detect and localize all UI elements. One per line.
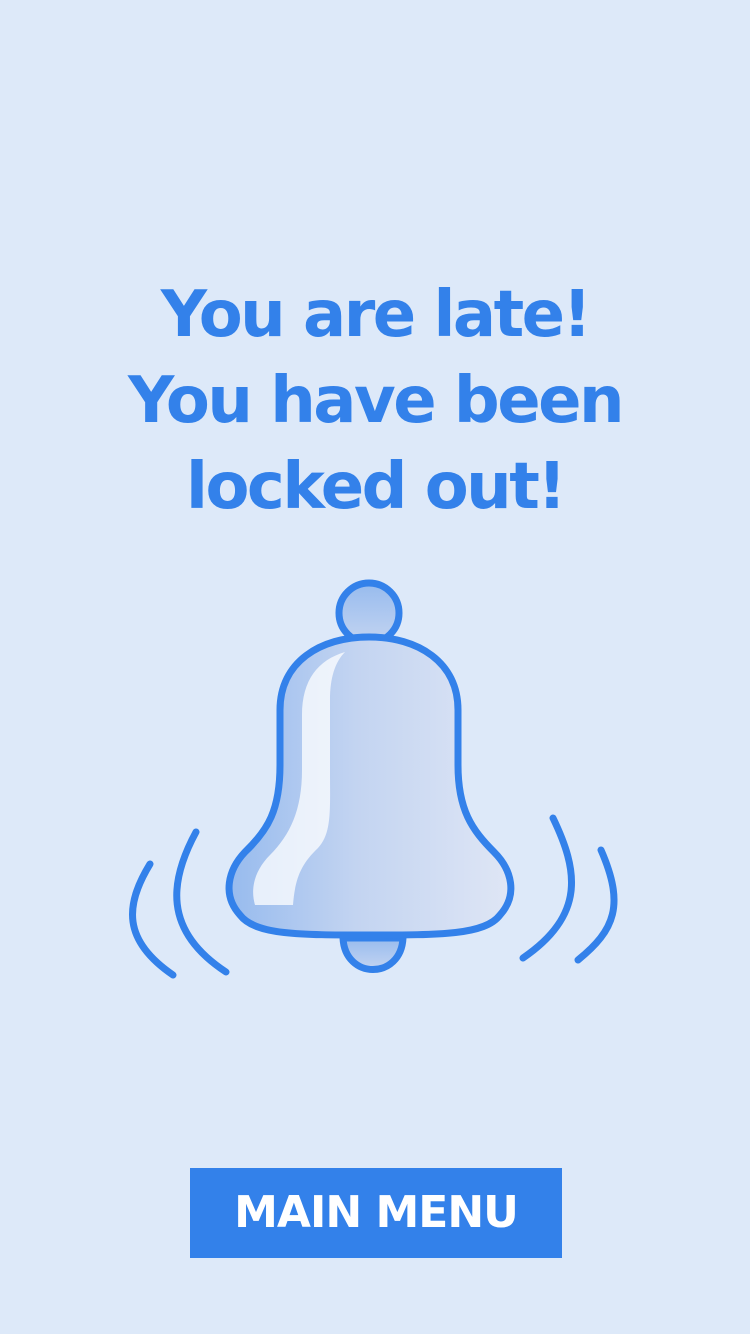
main-menu-button[interactable]: MAIN MENU <box>190 1168 562 1258</box>
left-outer-wave <box>129 860 177 979</box>
left-inner-wave <box>173 828 230 976</box>
lockout-message: You are late! You have been locked out! <box>0 272 750 530</box>
main-menu-button-label: MAIN MENU <box>234 1187 519 1238</box>
message-line-3: locked out! <box>186 450 567 524</box>
message-line-1: You are late! <box>160 278 592 352</box>
right-inner-wave <box>519 814 576 962</box>
right-outer-wave <box>574 846 618 964</box>
bell-clapper <box>339 934 407 973</box>
ringing-bell-icon <box>0 570 750 990</box>
lockout-screen: You are late! You have been locked out! <box>0 0 750 1334</box>
message-line-2: You have been <box>127 364 625 438</box>
